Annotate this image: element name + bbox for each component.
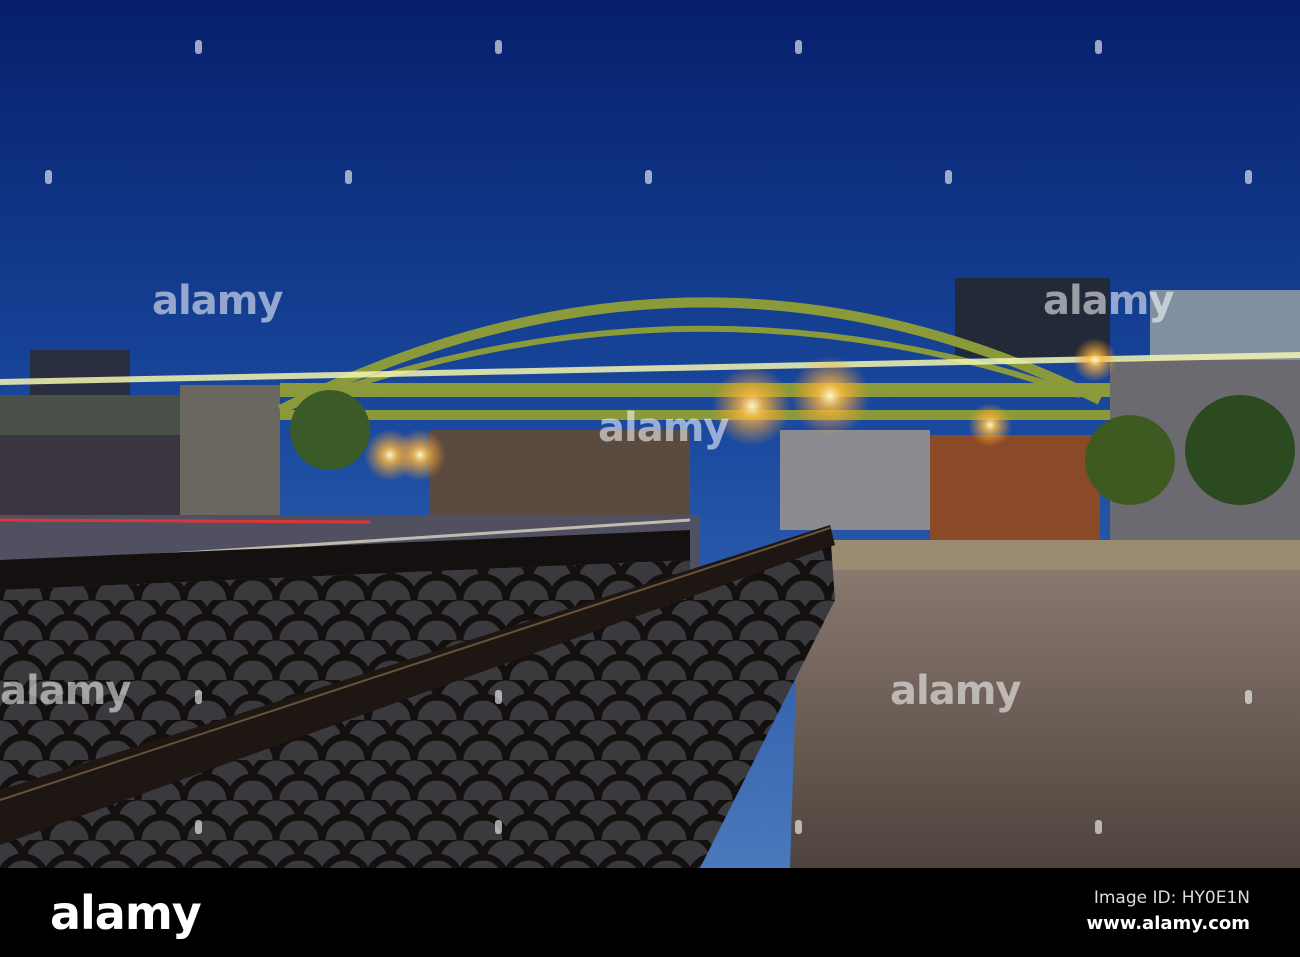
footer-bar: alamy Image ID: HY0E1N www.alamy.com xyxy=(0,868,1300,957)
watermark: alamy xyxy=(890,668,1021,714)
pavement xyxy=(790,560,1300,868)
watermark: alamy xyxy=(1043,278,1174,324)
tree xyxy=(1085,415,1175,505)
watermark-mark xyxy=(1245,170,1252,184)
tree xyxy=(1185,395,1295,505)
watermark: alamy xyxy=(152,278,283,324)
watermark-mark xyxy=(1095,40,1102,54)
watermark-mark xyxy=(345,170,352,184)
watermark: alamy xyxy=(598,405,729,451)
watermark-mark xyxy=(945,170,952,184)
photo-frame: alamy alamy alamy alamy alamy alamy Imag… xyxy=(0,0,1300,957)
watermark-mark xyxy=(495,690,502,704)
tail-light-trail xyxy=(0,518,371,524)
watermark-mark xyxy=(645,170,652,184)
image-id: Image ID: HY0E1N xyxy=(1093,888,1250,908)
watermark: alamy xyxy=(0,668,131,714)
watermark-mark xyxy=(495,820,502,834)
website-link[interactable]: www.alamy.com xyxy=(1086,913,1250,934)
watermark-mark xyxy=(795,820,802,834)
alamy-logo: alamy xyxy=(50,886,202,940)
watermark-mark xyxy=(45,170,52,184)
watermark-mark xyxy=(495,40,502,54)
tree xyxy=(290,390,370,470)
watermark-mark xyxy=(1245,690,1252,704)
watermark-mark xyxy=(195,690,202,704)
watermark-mark xyxy=(195,40,202,54)
watermark-mark xyxy=(1095,820,1102,834)
watermark-mark xyxy=(195,820,202,834)
watermark-mark xyxy=(795,40,802,54)
